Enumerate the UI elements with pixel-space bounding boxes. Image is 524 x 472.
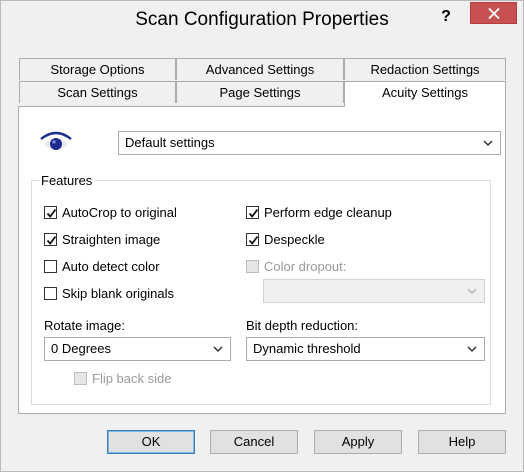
tab-advanced-settings[interactable]: Advanced Settings — [176, 58, 344, 80]
edge-cleanup-checkbox[interactable]: Perform edge cleanup — [246, 205, 392, 220]
close-icon — [488, 8, 500, 19]
rotate-image-select[interactable]: 0 Degrees — [44, 337, 231, 361]
chevron-down-icon — [467, 288, 477, 295]
checkbox-box — [44, 287, 57, 300]
auto-detect-color-checkbox[interactable]: Auto detect color — [44, 259, 160, 274]
despeckle-checkbox[interactable]: Despeckle — [246, 232, 325, 247]
autocrop-checkbox[interactable]: AutoCrop to original — [44, 205, 177, 220]
chevron-down-icon — [213, 346, 223, 353]
auto-detect-color-label: Auto detect color — [62, 259, 160, 274]
checkbox-box — [246, 260, 259, 273]
checkbox-box — [246, 233, 259, 246]
tab-scan-settings[interactable]: Scan Settings — [19, 81, 176, 103]
edge-cleanup-label: Perform edge cleanup — [264, 205, 392, 220]
bit-depth-value: Dynamic threshold — [253, 341, 361, 356]
rotate-image-label: Rotate image: — [44, 318, 125, 333]
help-title-button[interactable]: ? — [437, 7, 455, 27]
checkmark-icon — [248, 208, 259, 218]
rotate-image-value: 0 Degrees — [51, 341, 111, 356]
flip-back-side-checkbox[interactable]: Flip back side — [74, 371, 171, 386]
straighten-label: Straighten image — [62, 232, 161, 247]
checkbox-box — [74, 372, 87, 385]
title-bar: Scan Configuration Properties ? — [1, 1, 523, 43]
checkbox-box — [44, 233, 57, 246]
tab-redaction-settings[interactable]: Redaction Settings — [344, 58, 506, 80]
dialog-window: Scan Configuration Properties ? Storage … — [0, 0, 524, 472]
tab-storage-options[interactable]: Storage Options — [19, 58, 176, 80]
features-group-label: Features — [39, 173, 95, 188]
despeckle-label: Despeckle — [264, 232, 325, 247]
checkbox-box — [44, 260, 57, 273]
preset-select[interactable]: Default settings — [118, 131, 501, 155]
close-button[interactable] — [470, 2, 517, 24]
checkbox-box — [246, 206, 259, 219]
color-dropout-select[interactable] — [263, 279, 485, 303]
acuity-settings-panel: Default settings Features AutoCrop to or… — [18, 106, 506, 414]
color-dropout-checkbox[interactable]: Color dropout: — [246, 259, 346, 274]
flip-back-side-label: Flip back side — [92, 371, 172, 386]
color-dropout-label: Color dropout: — [264, 259, 347, 274]
checkmark-icon — [248, 235, 259, 245]
tab-page-settings[interactable]: Page Settings — [176, 81, 344, 103]
chevron-down-icon — [483, 140, 493, 147]
preset-select-value: Default settings — [125, 135, 215, 150]
checkmark-icon — [46, 235, 57, 245]
tab-acuity-settings[interactable]: Acuity Settings — [344, 81, 506, 107]
cancel-button[interactable]: Cancel — [210, 430, 298, 454]
autocrop-label: AutoCrop to original — [62, 205, 177, 220]
skip-blank-label: Skip blank originals — [62, 286, 175, 301]
skip-blank-checkbox[interactable]: Skip blank originals — [44, 286, 174, 301]
help-button[interactable]: Help — [418, 430, 506, 454]
apply-button[interactable]: Apply — [314, 430, 402, 454]
chevron-down-icon — [467, 346, 477, 353]
bit-depth-select[interactable]: Dynamic threshold — [246, 337, 485, 361]
eye-icon — [40, 131, 72, 150]
straighten-checkbox[interactable]: Straighten image — [44, 232, 160, 247]
ok-button[interactable]: OK — [107, 430, 195, 454]
checkbox-box — [44, 206, 57, 219]
bit-depth-label: Bit depth reduction: — [246, 318, 359, 333]
checkmark-icon — [46, 208, 57, 218]
